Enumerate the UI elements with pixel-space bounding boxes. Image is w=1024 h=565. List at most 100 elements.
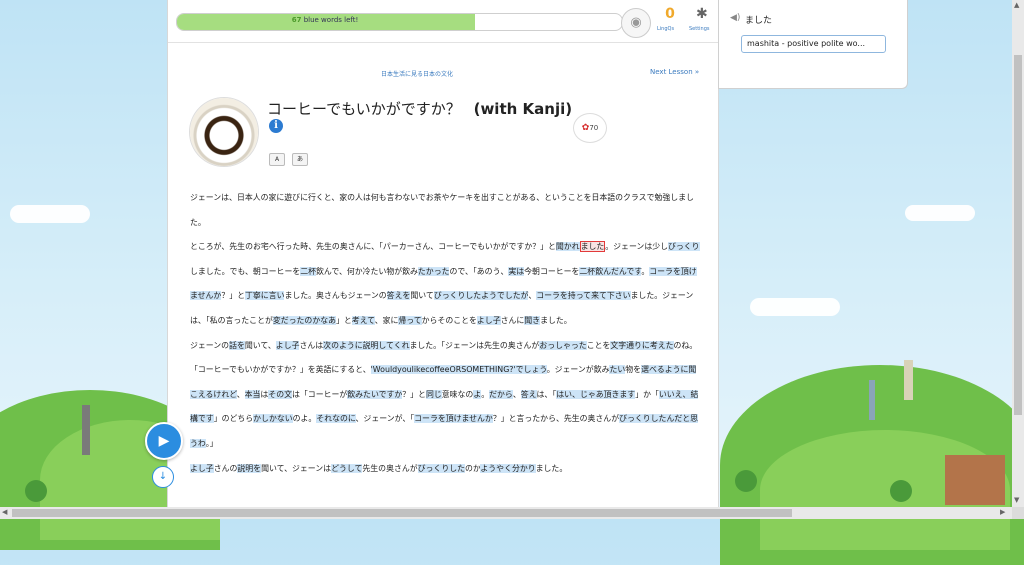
known-text[interactable]: のか bbox=[465, 464, 480, 473]
blue-word[interactable]: 聞き bbox=[524, 315, 541, 325]
known-text[interactable]: ことを bbox=[587, 341, 611, 350]
known-text[interactable]: さんに bbox=[501, 316, 525, 325]
blue-word[interactable]: 飲みたいですか bbox=[347, 389, 403, 399]
blue-word[interactable]: 文字通りに考えた bbox=[610, 340, 674, 350]
known-text[interactable]: のよ。 bbox=[293, 414, 317, 423]
blue-word[interactable]: 答えを bbox=[386, 291, 411, 301]
known-text[interactable]: ジェーンは、日本人の家に遊びに行くと、家の人は何も言わないでお茶やケーキを出すこ… bbox=[190, 193, 694, 227]
blue-word[interactable]: びっくりした bbox=[417, 463, 465, 473]
gear-icon[interactable]: ✱ bbox=[696, 6, 708, 22]
known-text[interactable]: ので、「あのう、 bbox=[449, 267, 508, 276]
download-audio-button[interactable]: ↓ bbox=[152, 466, 174, 488]
blue-word[interactable]: よし子 bbox=[190, 463, 214, 473]
known-text[interactable]: 」のどちら bbox=[214, 414, 253, 423]
known-text[interactable]: は、「 bbox=[537, 390, 557, 399]
blue-word[interactable]: 本当 bbox=[244, 389, 261, 399]
course-link[interactable]: 日本生活に見る日本の文化 bbox=[381, 69, 453, 78]
known-text[interactable]: ました。 bbox=[536, 464, 568, 473]
known-text[interactable]: 、ジェーンが、「 bbox=[356, 414, 415, 423]
blue-word[interactable]: かしかない bbox=[253, 414, 293, 424]
blue-word[interactable]: よし子 bbox=[476, 315, 501, 325]
blue-word[interactable]: 変だったのかなあ bbox=[272, 315, 336, 325]
vertical-scrollbar[interactable]: ▲ ▼ bbox=[1012, 0, 1024, 507]
scroll-right-arrow-icon[interactable]: ▶ bbox=[1000, 508, 1005, 516]
selected-word-in-text[interactable]: ました bbox=[579, 241, 606, 253]
known-text[interactable]: 聞いて bbox=[410, 291, 433, 300]
blue-word[interactable]: よし子 bbox=[275, 340, 300, 350]
blue-word[interactable]: 答え bbox=[520, 389, 537, 399]
blue-word[interactable]: コーラを頂けませんか bbox=[414, 414, 493, 424]
blue-word[interactable]: たい bbox=[609, 365, 626, 375]
settings-label[interactable]: Settings bbox=[689, 26, 710, 32]
blue-word[interactable]: 帰って bbox=[398, 315, 422, 325]
play-audio-button[interactable]: ▶ bbox=[145, 422, 183, 460]
known-text[interactable]: 。」 bbox=[206, 439, 218, 448]
known-text[interactable]: 聞いて、 bbox=[245, 341, 276, 350]
known-text[interactable]: ？」と bbox=[221, 291, 245, 300]
blue-word[interactable]: 話を bbox=[229, 340, 245, 350]
known-text[interactable]: は「コーヒーが bbox=[292, 390, 347, 399]
blue-word[interactable]: だから bbox=[489, 389, 513, 399]
next-lesson-link[interactable]: Next Lesson » bbox=[650, 68, 699, 76]
romaji-toggle-button[interactable]: A bbox=[269, 153, 285, 166]
scroll-down-arrow-icon[interactable]: ▼ bbox=[1014, 496, 1019, 504]
blue-word[interactable]: 実は bbox=[508, 266, 525, 276]
known-text[interactable]: 物を bbox=[625, 365, 641, 374]
known-text[interactable]: ました。「ジェーンは先生の奥さんが bbox=[410, 341, 540, 350]
blue-word[interactable]: 'WouldyoulikecoffeeORSOMETHING?'でしょう bbox=[370, 365, 547, 375]
known-text[interactable]: 意味なの bbox=[442, 390, 474, 399]
blue-word[interactable]: 二杯飲んだんです bbox=[579, 266, 642, 276]
known-text[interactable]: ？」と bbox=[402, 390, 426, 399]
blue-word[interactable]: どうして bbox=[331, 463, 363, 473]
blue-word[interactable]: びっくり bbox=[668, 242, 700, 252]
blue-word[interactable]: 説明を bbox=[237, 463, 262, 473]
known-text[interactable]: ジェーンの bbox=[190, 341, 229, 350]
hint-field[interactable]: mashita - positive polite wo... bbox=[741, 35, 886, 53]
known-text[interactable]: 、家に bbox=[375, 316, 399, 325]
blue-word[interactable]: ようやく分かり bbox=[480, 463, 536, 473]
lingqs-count[interactable]: 0 bbox=[662, 6, 678, 22]
scroll-up-arrow-icon[interactable]: ▲ bbox=[1014, 1, 1019, 9]
kana-toggle-button[interactable]: あ bbox=[292, 153, 308, 166]
known-text[interactable]: さんは bbox=[299, 341, 323, 350]
blue-word[interactable]: びっくりしたようでしたが bbox=[433, 291, 529, 301]
blue-word[interactable]: それなのに bbox=[316, 414, 356, 424]
info-icon[interactable]: i bbox=[269, 119, 283, 133]
speaker-icon[interactable]: ◀) bbox=[730, 13, 740, 23]
known-text[interactable]: 飲んで、何か冷たい物が飲み bbox=[316, 267, 418, 276]
known-text[interactable]: ました。 bbox=[540, 316, 572, 325]
lingqs-label[interactable]: LingQs bbox=[657, 26, 674, 32]
blue-word[interactable]: 丁寧に言い bbox=[245, 291, 285, 301]
blue-word[interactable]: たかった bbox=[417, 266, 450, 276]
blue-word[interactable]: 聞かれ bbox=[555, 242, 580, 252]
known-text[interactable]: 今朝コーヒーを bbox=[524, 267, 579, 276]
blue-word[interactable]: コーラを持って来て下さい bbox=[536, 291, 631, 301]
blue-word[interactable]: はい、じゃあ頂きます bbox=[556, 389, 636, 399]
scroll-left-arrow-icon[interactable]: ◀ bbox=[2, 508, 7, 516]
like-button[interactable]: ✿70 bbox=[573, 113, 607, 143]
known-text[interactable]: 、 bbox=[237, 390, 245, 399]
blue-word[interactable]: 二杯 bbox=[300, 266, 317, 276]
known-text[interactable]: からそのことを bbox=[422, 316, 477, 325]
blue-word[interactable]: 次のように説明してくれ bbox=[323, 340, 410, 350]
known-text[interactable]: 」か「 bbox=[635, 390, 659, 399]
known-text[interactable]: 聞いて、ジェーンは bbox=[261, 464, 331, 473]
known-text[interactable]: 先生の奥さんが bbox=[362, 464, 417, 473]
blue-word[interactable]: おっしゃった bbox=[539, 340, 587, 350]
known-text[interactable]: 。 bbox=[481, 390, 489, 399]
known-text[interactable]: 、 bbox=[513, 390, 521, 399]
known-text[interactable]: ました。奥さんもジェーンの bbox=[284, 291, 386, 300]
blue-word[interactable]: 考えて bbox=[351, 315, 375, 325]
horizontal-scroll-thumb[interactable] bbox=[12, 509, 792, 517]
known-text[interactable]: 。ジェーンは少し bbox=[605, 242, 668, 251]
known-text[interactable]: 」と bbox=[336, 316, 352, 325]
blue-word[interactable]: その文 bbox=[268, 389, 293, 399]
known-text[interactable]: ？」と言ったから、先生の奥さんが bbox=[493, 414, 619, 423]
vertical-scroll-thumb[interactable] bbox=[1014, 55, 1022, 415]
known-text[interactable]: しました。でも、朝コーヒーを bbox=[190, 267, 300, 276]
known-text[interactable]: 。ジェーンが飲み bbox=[547, 365, 610, 374]
horizontal-scrollbar[interactable]: ◀ ▶ bbox=[0, 507, 1012, 519]
camera-icon[interactable]: ◉ bbox=[621, 8, 651, 38]
blue-word[interactable]: 同じ bbox=[425, 389, 442, 399]
known-text[interactable]: さんの bbox=[214, 464, 238, 473]
